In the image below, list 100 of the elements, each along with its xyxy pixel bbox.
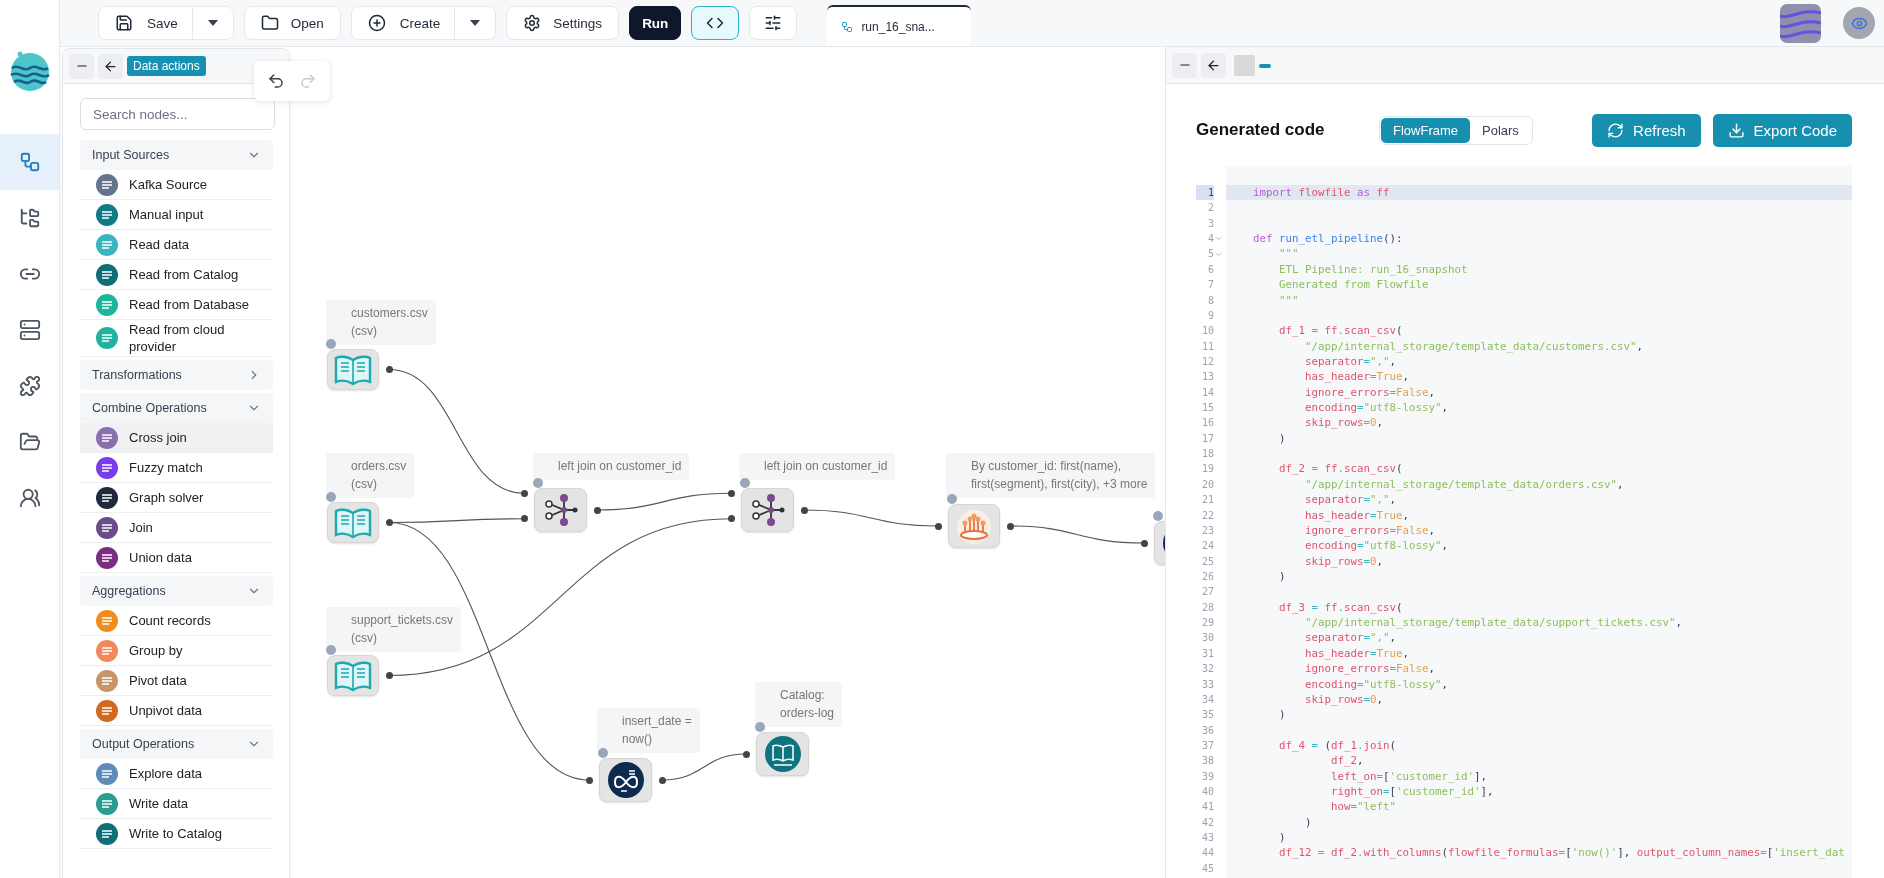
node-handle[interactable] [533, 478, 543, 488]
toolbar-button[interactable]: Save [99, 7, 193, 39]
line-number: 14 [1200, 385, 1214, 400]
undo-button[interactable] [267, 72, 285, 90]
node-handle[interactable] [598, 748, 608, 758]
port-dot[interactable] [1140, 539, 1148, 547]
node-card[interactable] [534, 488, 587, 532]
node-card[interactable] [741, 488, 794, 532]
plus-icon [367, 14, 386, 32]
arrow-left-icon [1206, 57, 1221, 73]
line-number: 15 [1200, 401, 1214, 416]
node-card[interactable] [327, 502, 379, 543]
port-dot[interactable] [727, 515, 735, 523]
line-number: 43 [1200, 831, 1214, 846]
line-number: 35 [1200, 708, 1214, 723]
line-number: 29 [1200, 616, 1214, 631]
node-handle[interactable] [755, 722, 765, 732]
toolbar-button[interactable]: Open [243, 6, 341, 40]
toolbar-button[interactable]: Create [351, 7, 456, 39]
node-handle[interactable] [740, 478, 750, 488]
node-handle[interactable] [326, 339, 336, 349]
node-handle[interactable] [947, 494, 957, 504]
port-dot[interactable] [1006, 522, 1014, 530]
mode-tab[interactable]: FlowFrame [1381, 117, 1470, 143]
toolbar-button[interactable]: Settings [506, 6, 620, 40]
code-line: df_4 = (df_1.join( [1278, 737, 1398, 754]
node-handle[interactable] [326, 645, 336, 655]
code-line: ) [1304, 814, 1313, 831]
line-number: 21 [1200, 493, 1214, 508]
code-line: right_on=['customer_id'], [1330, 784, 1495, 800]
line-number: 23 [1200, 523, 1214, 538]
line-number: 11 [1200, 339, 1214, 354]
node-card[interactable] [948, 504, 1000, 548]
port-dot[interactable] [520, 489, 528, 497]
port-dot[interactable] [800, 506, 808, 514]
line-number: 8 [1206, 293, 1214, 308]
node-card[interactable] [599, 758, 652, 802]
port-dot[interactable] [658, 776, 666, 784]
port-dot[interactable] [585, 776, 593, 784]
node-handle[interactable] [1153, 511, 1163, 521]
line-number: 26 [1200, 570, 1214, 584]
node-card[interactable] [327, 349, 379, 390]
infinity-badge-icon [606, 761, 645, 799]
action-button[interactable]: Refresh [1592, 113, 1701, 147]
group-header[interactable]: Combine Operations [80, 393, 273, 423]
cake-icon [955, 508, 993, 544]
line-number: 7 [1206, 278, 1214, 293]
node-label: By customer_id: first(name), first(segment), first(city), +3 more [946, 453, 1156, 498]
folder-tree-icon [18, 207, 41, 229]
node-label: orders.csv (csv) [326, 453, 415, 498]
action-button[interactable]: Export Code [1712, 113, 1852, 147]
node-card[interactable] [327, 655, 379, 696]
group-header[interactable]: Transformations [80, 360, 273, 390]
port-dot[interactable] [385, 672, 393, 679]
node-type-item[interactable]: Cross join [80, 423, 273, 453]
eye-button[interactable] [1843, 7, 1875, 39]
book-icon [333, 353, 373, 386]
node-card[interactable] [756, 732, 809, 776]
folder-icon [18, 431, 41, 453]
group-header[interactable]: Aggregations [80, 576, 273, 606]
code-line: skip_rows=0, [1304, 553, 1385, 569]
code-line: ETL Pipeline: run_16_snapshot [1278, 261, 1469, 278]
group-header[interactable]: Input Sources [80, 140, 273, 170]
search-field[interactable]: Search nodes... [80, 98, 275, 130]
line-number: 31 [1200, 646, 1214, 661]
group-header[interactable]: Output Operations [80, 729, 273, 759]
line-number: 5 [1206, 247, 1214, 262]
port-dot[interactable] [593, 506, 601, 514]
back-button[interactable] [1201, 52, 1226, 78]
wave-logo-icon[interactable] [1780, 3, 1821, 43]
code-line: how="left" [1330, 799, 1398, 815]
code-line: "/app/internal_storage/template_data/customers.csv", [1304, 338, 1645, 354]
file-tab[interactable]: run_16_sna... [827, 5, 972, 46]
code-line: """ [1278, 246, 1300, 262]
code-line: ignore_errors=False, [1304, 522, 1437, 539]
port-dot[interactable] [934, 522, 942, 530]
port-dot[interactable] [385, 519, 393, 526]
port-dot[interactable] [385, 366, 393, 373]
port-dot[interactable] [742, 750, 750, 758]
primary-button[interactable]: Run [629, 6, 682, 40]
server-icon [18, 319, 41, 341]
code-line: left_on=['customer_id'], [1330, 768, 1489, 784]
line-number: 9 [1206, 308, 1214, 323]
line-number: 3 [1206, 216, 1214, 231]
line-number: 33 [1200, 677, 1214, 692]
port-dot[interactable] [727, 489, 735, 497]
port-dot[interactable] [520, 515, 528, 523]
back-button[interactable] [98, 53, 123, 79]
code-line: df_2, [1330, 753, 1365, 769]
line-number: 17 [1200, 431, 1214, 446]
save-icon [115, 14, 133, 32]
icon-button[interactable] [691, 6, 740, 40]
code-line: ) [1278, 569, 1287, 585]
code-line: has_header=True, [1304, 507, 1411, 523]
node-handle[interactable] [326, 492, 336, 502]
nav-item[interactable] [0, 134, 59, 190]
code-line: encoding="utf8-lossy", [1304, 400, 1450, 416]
line-number: 37 [1200, 738, 1214, 753]
code-line: Generated from Flowfile [1278, 277, 1430, 293]
panel-title: Data actions [127, 56, 206, 76]
